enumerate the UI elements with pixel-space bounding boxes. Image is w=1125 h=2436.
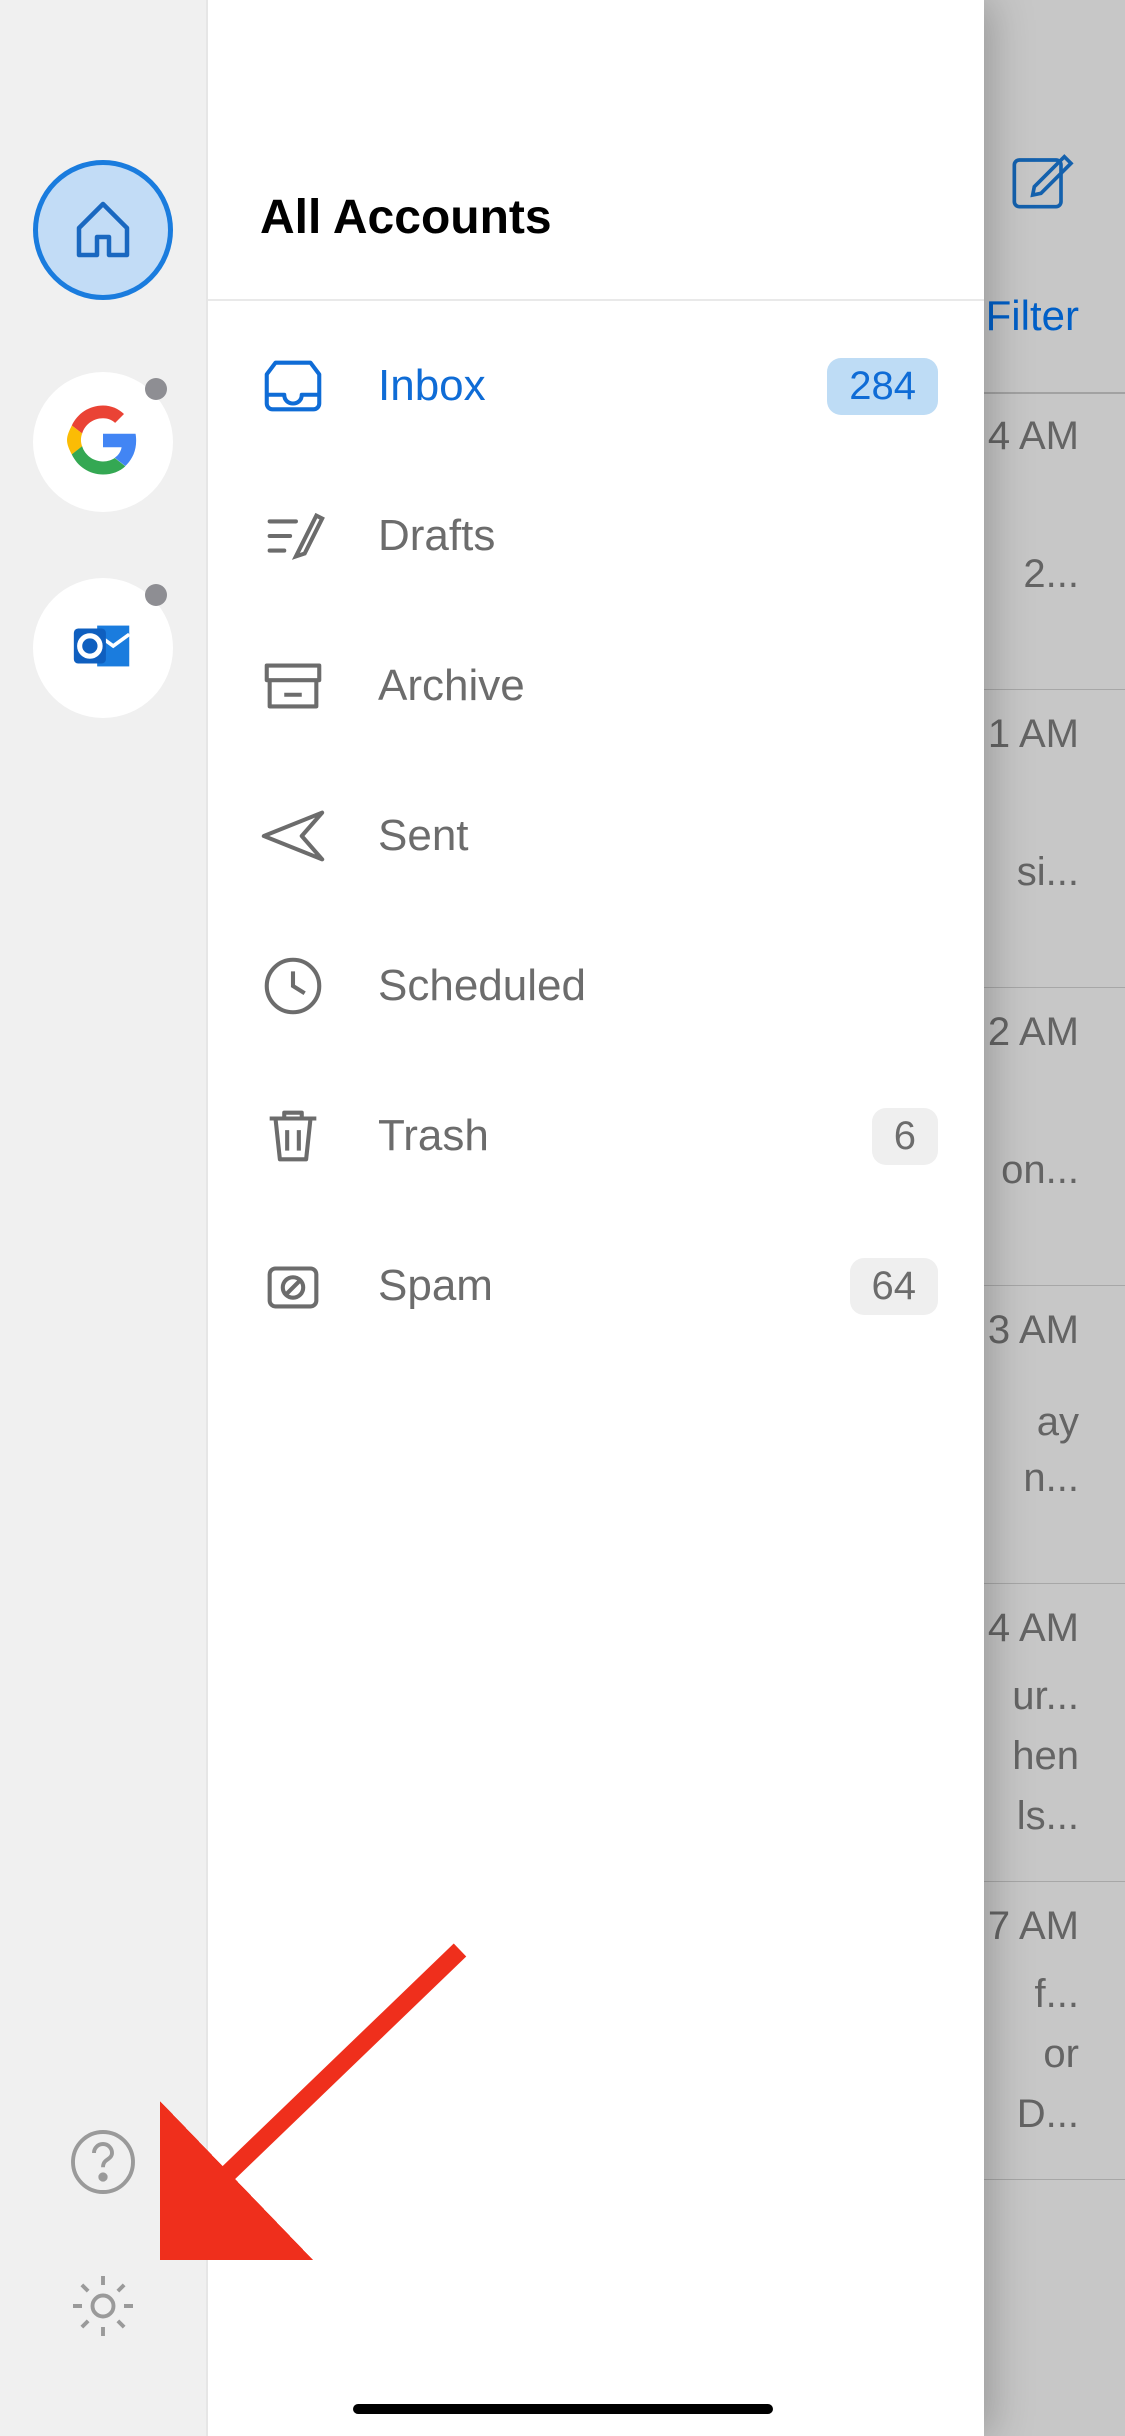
outlook-icon <box>68 611 138 686</box>
google-icon <box>67 404 139 481</box>
filter-link[interactable]: Filter <box>986 292 1079 340</box>
drawer-title: All Accounts <box>260 190 932 245</box>
folder-drafts[interactable]: Drafts <box>208 461 984 611</box>
folder-label: Inbox <box>332 361 827 411</box>
status-dot-icon <box>145 378 167 400</box>
status-dot-icon <box>145 584 167 606</box>
email-snippet: ls... <box>1017 1794 1079 1839</box>
folder-list: Inbox 284 Drafts <box>208 301 984 1371</box>
email-time: 1 AM <box>988 712 1079 757</box>
clock-icon <box>254 947 332 1025</box>
sent-icon <box>254 797 332 875</box>
settings-button[interactable] <box>67 2272 139 2344</box>
folder-label: Sent <box>332 811 938 861</box>
email-time: 2 AM <box>988 1010 1079 1055</box>
email-snippet: 2... <box>1023 552 1079 597</box>
folder-panel: All Accounts Inbox 284 <box>206 0 984 2436</box>
trash-icon <box>254 1097 332 1175</box>
email-snippet: hen <box>1012 1734 1079 1779</box>
email-snippet: n... <box>1023 1456 1079 1501</box>
inbox-icon <box>254 347 332 425</box>
drafts-icon <box>254 497 332 575</box>
account-outlook[interactable] <box>33 578 173 718</box>
folder-sent[interactable]: Sent <box>208 761 984 911</box>
email-time: 7 AM <box>988 1904 1079 1949</box>
help-icon <box>67 2126 139 2203</box>
spam-icon <box>254 1247 332 1325</box>
navigation-drawer: All Accounts Inbox 284 <box>0 0 984 2436</box>
folder-panel-header: All Accounts <box>208 0 984 301</box>
home-indicator[interactable] <box>353 2404 773 2414</box>
folder-archive[interactable]: Archive <box>208 611 984 761</box>
gear-icon <box>67 2270 139 2347</box>
folder-trash[interactable]: Trash 6 <box>208 1061 984 1211</box>
inbox-count-badge: 284 <box>827 358 938 415</box>
account-google[interactable] <box>33 372 173 512</box>
trash-count-badge: 6 <box>872 1108 938 1165</box>
archive-icon <box>254 647 332 725</box>
folder-label: Trash <box>332 1111 872 1161</box>
email-snippet: or <box>1043 2032 1079 2077</box>
folder-label: Scheduled <box>332 961 938 1011</box>
email-snippet: f... <box>1035 1972 1079 2017</box>
email-snippet: ur... <box>1012 1674 1079 1719</box>
spam-count-badge: 64 <box>850 1258 939 1315</box>
folder-label: Archive <box>332 661 938 711</box>
compose-button[interactable] <box>1001 140 1081 220</box>
accounts-rail <box>0 0 206 2436</box>
email-time: 3 AM <box>988 1308 1079 1353</box>
folder-label: Spam <box>332 1261 850 1311</box>
account-home[interactable] <box>33 160 173 300</box>
email-snippet: ay <box>1037 1400 1079 1445</box>
email-time: 4 AM <box>988 1606 1079 1651</box>
folder-spam[interactable]: Spam 64 <box>208 1211 984 1361</box>
folder-label: Drafts <box>332 511 938 561</box>
folder-inbox[interactable]: Inbox 284 <box>208 311 984 461</box>
email-time: 4 AM <box>988 414 1079 459</box>
help-button[interactable] <box>67 2128 139 2200</box>
folder-scheduled[interactable]: Scheduled <box>208 911 984 1061</box>
email-snippet: si... <box>1017 850 1079 895</box>
email-snippet: D... <box>1017 2092 1079 2137</box>
email-snippet: on... <box>1001 1148 1079 1193</box>
home-icon <box>67 192 139 269</box>
